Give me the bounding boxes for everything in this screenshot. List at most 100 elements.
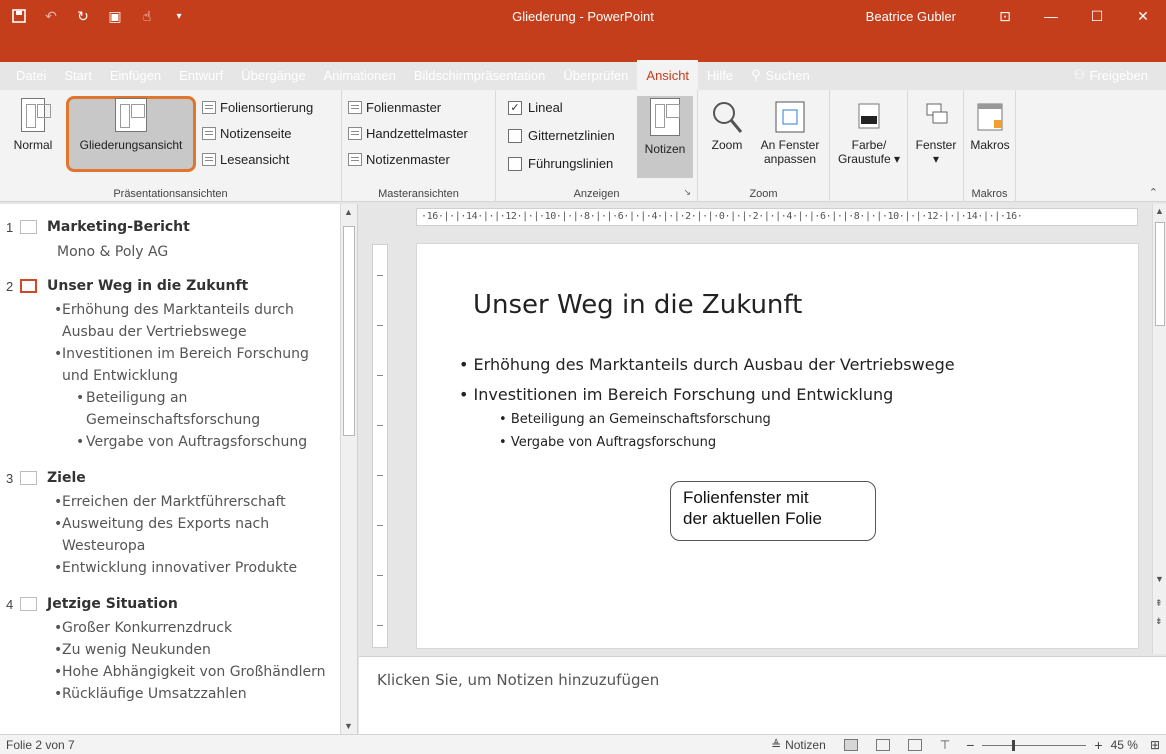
- current-slide[interactable]: Unser Weg in die Zukunft • Erhöhung des …: [417, 244, 1138, 648]
- gridlines-checkbox[interactable]: Gitternetzlinien: [508, 128, 615, 143]
- tab-bildschirmpraesentation[interactable]: Bildschirmpräsentation: [405, 60, 555, 90]
- notes-master-button[interactable]: Notizenmaster: [348, 152, 450, 167]
- outline-bullet[interactable]: Investitionen im Bereich Forschung und E…: [0, 343, 335, 387]
- slide-title[interactable]: Jetzige Situation: [47, 596, 178, 612]
- guides-checkbox[interactable]: Führungslinien: [508, 156, 613, 171]
- outline-bullet[interactable]: Vergabe von Auftragsforschung: [0, 431, 335, 453]
- outline-bullet[interactable]: Entwicklung innovativer Produkte: [0, 557, 335, 579]
- slide-title[interactable]: Ziele: [47, 470, 86, 486]
- share-button[interactable]: ⚇ Freigeben: [1074, 60, 1148, 90]
- outline-bullet[interactable]: Beteiligung an Gemeinschaftsforschung: [0, 387, 335, 431]
- notes-page-button[interactable]: Notizenseite: [202, 126, 292, 141]
- slide-bullet[interactable]: • Erhöhung des Marktanteils durch Ausbau…: [459, 355, 955, 374]
- slideshow-status-icon[interactable]: ⊤: [940, 738, 950, 752]
- tab-entwurf[interactable]: Entwurf: [170, 60, 232, 90]
- fit-to-window-button[interactable]: An Fenster anpassen: [754, 98, 826, 166]
- outline-slide-3[interactable]: 3 Ziele Erreichen der Marktführerschaft …: [0, 467, 340, 579]
- notes-status-button[interactable]: ≜ Notizen: [771, 738, 826, 752]
- outline-bullet[interactable]: Erreichen der Marktführerschaft: [0, 491, 335, 513]
- outline-bullet[interactable]: Zu wenig Neukunden: [0, 639, 335, 661]
- slide-bullet[interactable]: • Investitionen im Bereich Forschung und…: [459, 385, 893, 404]
- notes-placeholder[interactable]: Klicken Sie, um Notizen hinzuzufügen: [377, 671, 659, 689]
- outline-bullet[interactable]: Ausweitung des Exports nach Westeuropa: [0, 513, 335, 557]
- slide-sorter-button[interactable]: Foliensortierung: [202, 100, 313, 115]
- save-icon[interactable]: [6, 4, 32, 28]
- zoom-in-icon[interactable]: +: [1094, 737, 1102, 753]
- group-label-master-views: Masteransichten: [378, 188, 459, 200]
- close-icon[interactable]: ✕: [1120, 0, 1166, 32]
- next-slide-icon[interactable]: ⇟: [1155, 616, 1163, 627]
- collapse-ribbon-icon[interactable]: ⌃: [1149, 186, 1158, 199]
- vertical-ruler[interactable]: [372, 244, 388, 648]
- tab-uebergaenge[interactable]: Übergänge: [232, 60, 314, 90]
- horizontal-ruler[interactable]: ·16·|·|·14·|·|·12·|·|·10·|·|·8·|·|·6·|·|…: [416, 208, 1138, 226]
- slide-bullet[interactable]: • Beteiligung an Gemeinschaftsforschung: [499, 412, 771, 427]
- undo-icon[interactable]: ↶: [38, 4, 64, 28]
- tab-datei[interactable]: Datei: [0, 60, 55, 90]
- tab-hilfe[interactable]: Hilfe: [698, 60, 742, 90]
- zoom-button[interactable]: Zoom: [704, 98, 750, 152]
- outline-slide-4[interactable]: 4 Jetzige Situation Großer Konkurrenzdru…: [0, 593, 340, 705]
- outline-slide-2[interactable]: 2 Unser Weg in die Zukunft Erhöhung des …: [0, 275, 340, 453]
- zoom-level[interactable]: 45 %: [1111, 738, 1138, 752]
- scrollbar-thumb[interactable]: [1155, 222, 1165, 326]
- normal-view-status-icon[interactable]: [843, 739, 858, 751]
- touch-mode-icon[interactable]: ☝: [134, 4, 160, 28]
- slide-sorter-status-icon[interactable]: [875, 739, 890, 751]
- zoom-slider[interactable]: [982, 739, 1087, 751]
- tab-ansicht[interactable]: Ansicht: [637, 60, 699, 90]
- slide-master-button[interactable]: Folienmaster: [348, 100, 441, 115]
- scroll-down-icon[interactable]: ▼: [1155, 574, 1164, 584]
- tab-start[interactable]: Start: [55, 60, 100, 90]
- slide-title[interactable]: Marketing-Bericht: [47, 219, 190, 235]
- outline-pane[interactable]: 1 Marketing-Bericht Mono & Poly AG 2 Uns…: [0, 204, 358, 734]
- presentation-from-start-icon[interactable]: ▣: [102, 4, 128, 28]
- notes-button[interactable]: Notizen: [637, 98, 693, 156]
- outline-bullet[interactable]: Rückläufige Umsatzzahlen: [0, 683, 335, 705]
- macros-button[interactable]: Makros: [966, 98, 1014, 152]
- tab-einfuegen[interactable]: Einfügen: [101, 60, 170, 90]
- outline-bullet[interactable]: Erhöhung des Marktanteils durch Ausbau d…: [0, 299, 335, 343]
- previous-slide-icon[interactable]: ⇞: [1155, 598, 1163, 609]
- slide-title[interactable]: Unser Weg in die Zukunft: [47, 278, 248, 294]
- outline-bullet[interactable]: Großer Konkurrenzdruck: [0, 617, 335, 639]
- slide-scrollbar[interactable]: ▲ ▼ ⇞ ⇟: [1152, 204, 1166, 654]
- tell-me-search[interactable]: ⚲ Suchen: [742, 60, 819, 90]
- slide-icon[interactable]: [20, 471, 37, 485]
- zoom-out-icon[interactable]: −: [966, 737, 974, 753]
- group-master-views: Folienmaster Handzettelmaster Notizenmas…: [342, 90, 496, 202]
- current-slide-icon[interactable]: [20, 279, 37, 293]
- scroll-up-icon[interactable]: ▲: [1155, 206, 1164, 216]
- dialog-launcher-icon[interactable]: ↘: [683, 187, 691, 198]
- outline-scrollbar[interactable]: ▲ ▼: [340, 204, 357, 734]
- slide-icon[interactable]: [20, 220, 37, 234]
- reading-view-button[interactable]: Leseansicht: [202, 152, 289, 167]
- tab-animationen[interactable]: Animationen: [315, 60, 405, 90]
- ruler-checkbox[interactable]: ✓ Lineal: [508, 100, 563, 115]
- scroll-down-icon[interactable]: ▼: [344, 721, 353, 731]
- reading-view-status-icon[interactable]: [907, 739, 922, 751]
- tab-ueberpruefen[interactable]: Überprüfen: [554, 60, 637, 90]
- color-grayscale-button[interactable]: Farbe/ Graustufe ▾: [834, 98, 904, 166]
- ribbon-display-options-icon[interactable]: ⊡: [982, 0, 1028, 32]
- outline-bullet[interactable]: Hohe Abhängigkeit von Großhändlern: [0, 661, 335, 683]
- handout-master-button[interactable]: Handzettelmaster: [348, 126, 468, 141]
- redo-icon[interactable]: ↻: [70, 4, 96, 28]
- slide-bullet[interactable]: • Vergabe von Auftragsforschung: [499, 435, 716, 450]
- slide-subtitle[interactable]: Mono & Poly AG: [0, 241, 340, 263]
- minimize-icon[interactable]: —: [1028, 0, 1074, 32]
- outline-view-button[interactable]: Gliederungsansicht: [68, 98, 194, 152]
- window-button[interactable]: Fenster ▾: [912, 98, 960, 166]
- scrollbar-thumb[interactable]: [343, 226, 355, 436]
- zoom-icon: [713, 102, 743, 133]
- maximize-icon[interactable]: ☐: [1074, 0, 1120, 32]
- outline-slide-1[interactable]: 1 Marketing-Bericht Mono & Poly AG: [0, 216, 340, 263]
- slide-title-text[interactable]: Unser Weg in die Zukunft: [473, 290, 802, 320]
- scroll-up-icon[interactable]: ▲: [344, 207, 353, 217]
- slide-icon[interactable]: [20, 597, 37, 611]
- customize-qat-icon[interactable]: ▾: [166, 4, 192, 28]
- fit-slide-icon[interactable]: ⊞: [1150, 738, 1160, 752]
- notes-pane[interactable]: Klicken Sie, um Notizen hinzuzufügen: [359, 656, 1166, 734]
- user-name[interactable]: Beatrice Gubler: [866, 9, 956, 24]
- normal-view-button[interactable]: Normal: [3, 98, 63, 152]
